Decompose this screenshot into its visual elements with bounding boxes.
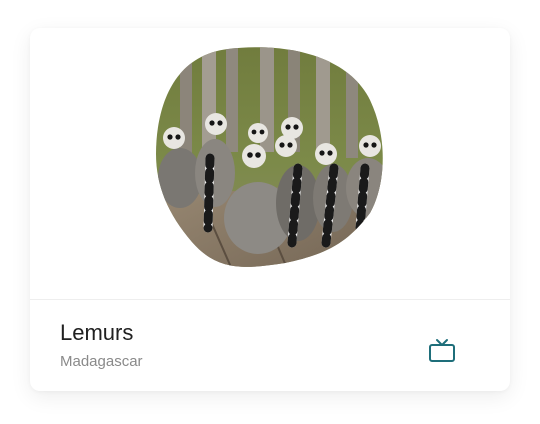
card-footer: Lemurs Madagascar — [30, 300, 510, 391]
tv-icon — [428, 338, 456, 367]
card-title: Lemurs — [60, 320, 134, 345]
card-media — [30, 28, 510, 299]
card-subtitle: Madagascar — [60, 353, 143, 370]
lemurs-image — [156, 47, 383, 267]
content-card[interactable]: Lemurs Madagascar — [30, 28, 510, 391]
watch-button[interactable] — [420, 330, 464, 374]
